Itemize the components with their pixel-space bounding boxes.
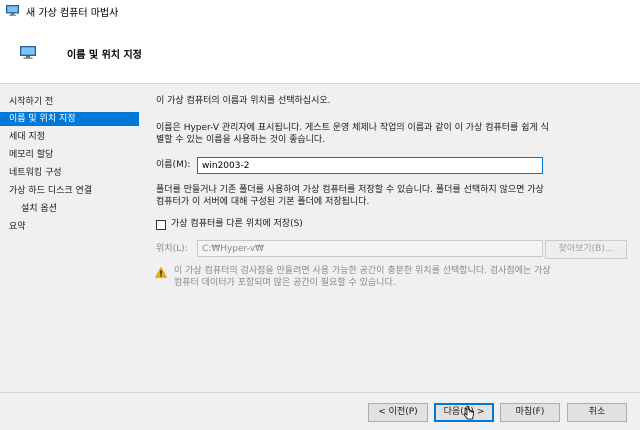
- previous-button[interactable]: < 이전(P): [368, 403, 428, 422]
- nav-item-virtual-hard-disk[interactable]: 가상 하드 디스크 연결: [0, 184, 139, 198]
- page-title: 이름 및 위치 지정: [67, 50, 142, 61]
- wizard-steps-nav: 시작하기 전 이름 및 위치 지정 세대 지정 메모리 할당 네트워킹 구성 가…: [0, 84, 141, 430]
- title-bar: 새 가상 컴퓨터 마법사: [0, 0, 640, 22]
- monitor-icon: [20, 46, 36, 59]
- monitor-icon: [6, 5, 19, 16]
- nav-item-generation[interactable]: 세대 지정: [0, 130, 139, 144]
- nav-item-memory[interactable]: 메모리 할당: [0, 148, 139, 162]
- finish-button[interactable]: 마침(F): [500, 403, 560, 422]
- footer-separator: [0, 392, 640, 393]
- warning-icon: [155, 267, 167, 278]
- main-content: 이 가상 컴퓨터의 이름과 위치를 선택하십시오. 이름은 Hyper-V 관리…: [141, 84, 640, 394]
- location-input[interactable]: [197, 240, 543, 257]
- wizard-header: 이름 및 위치 지정: [0, 22, 640, 84]
- name-input[interactable]: [197, 157, 543, 174]
- location-label: 위치(L):: [156, 244, 188, 254]
- warning-text-line2: 컴퓨터 데이터가 포함되며 많은 공간이 필요할 수 있습니다.: [174, 278, 396, 288]
- window-title: 새 가상 컴퓨터 마법사: [26, 8, 119, 19]
- nav-item-before-you-begin[interactable]: 시작하기 전: [0, 95, 139, 109]
- nav-item-installation-options[interactable]: 설치 옵션: [0, 202, 139, 216]
- folder-text-line2: 컴퓨터가 이 서버에 대해 구성된 기본 폴더에 저장됩니다.: [156, 197, 370, 207]
- mouse-cursor-icon: [463, 405, 474, 420]
- nav-item-name-location[interactable]: 이름 및 위치 지정: [0, 112, 139, 126]
- browse-button[interactable]: 찾아보기(B)...: [545, 240, 627, 259]
- store-elsewhere-label[interactable]: 가상 컴퓨터를 다른 위치에 저장(S): [171, 218, 303, 231]
- cancel-button[interactable]: 취소: [567, 403, 627, 422]
- nav-item-summary[interactable]: 요약: [0, 220, 139, 234]
- store-elsewhere-checkbox[interactable]: [156, 220, 166, 230]
- instruction-text: 이 가상 컴퓨터의 이름과 위치를 선택하십시오.: [156, 96, 331, 106]
- description-text-line2: 별할 수 있는 이름을 사용하는 것이 좋습니다.: [156, 135, 326, 145]
- name-label: 이름(M):: [156, 160, 191, 170]
- nav-item-networking[interactable]: 네트워킹 구성: [0, 166, 139, 180]
